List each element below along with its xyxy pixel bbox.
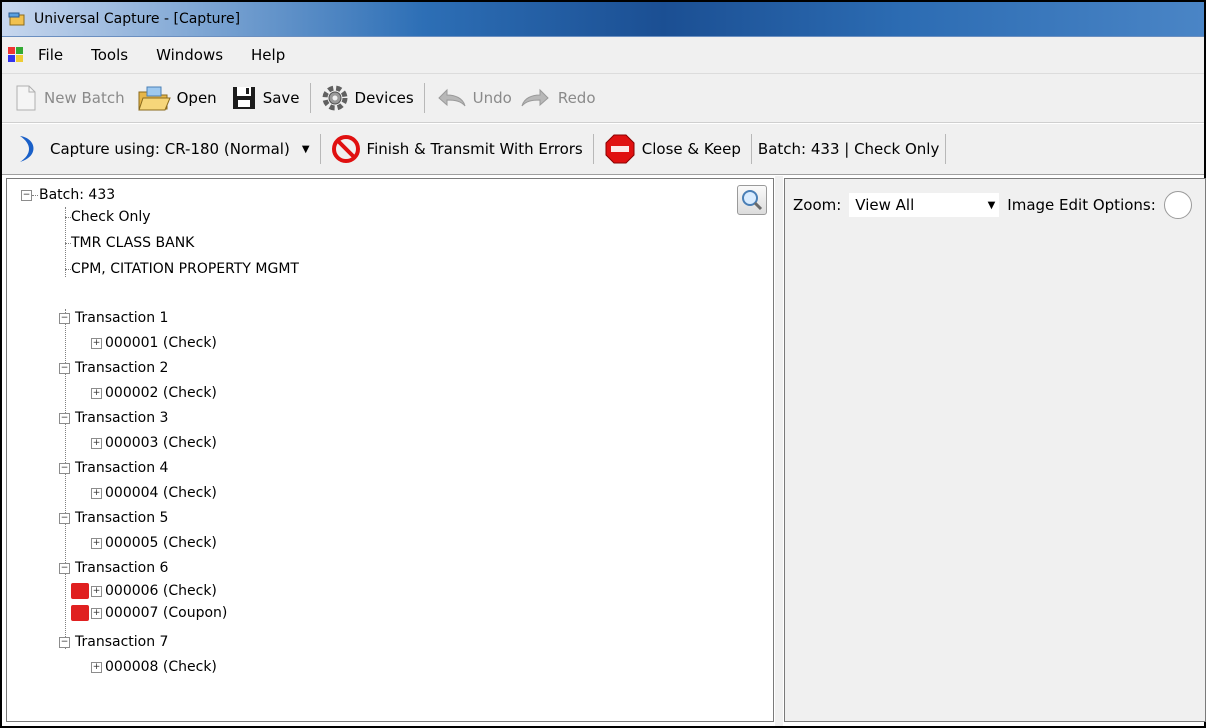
tree-node-item[interactable]: 000005 (Check) bbox=[105, 533, 217, 553]
image-viewer-panel: Zoom: View All ▼ Image Edit Options: bbox=[784, 178, 1206, 722]
new-batch-button[interactable]: New Batch bbox=[10, 78, 129, 118]
toolbar-separator bbox=[319, 134, 321, 164]
collapse-toggle[interactable]: − bbox=[59, 413, 70, 424]
collapse-toggle[interactable]: − bbox=[59, 513, 70, 524]
zoom-dropdown[interactable]: View All ▼ bbox=[849, 193, 1000, 217]
expand-toggle[interactable]: + bbox=[91, 488, 102, 499]
tree-node-doc-type[interactable]: Check Only bbox=[71, 207, 151, 227]
zoom-label: Zoom: bbox=[793, 196, 842, 214]
tree-node-item-error[interactable]: 000006 (Check) bbox=[105, 581, 217, 601]
gear-icon bbox=[322, 85, 348, 111]
capture-using-dropdown[interactable]: Capture using: CR-180 (Normal) ▼ bbox=[10, 129, 314, 169]
expand-toggle[interactable]: + bbox=[91, 538, 102, 549]
tree-node-batch[interactable]: Batch: 433 bbox=[39, 185, 115, 205]
tree-node-transaction[interactable]: Transaction 6 bbox=[75, 558, 168, 578]
error-flag-icon bbox=[71, 605, 89, 621]
close-keep-button[interactable]: Close & Keep bbox=[600, 129, 745, 169]
collapse-toggle[interactable]: − bbox=[59, 363, 70, 374]
tree-node-bank[interactable]: TMR CLASS BANK bbox=[71, 233, 194, 253]
collapse-toggle[interactable]: − bbox=[59, 313, 70, 324]
tree-node-item-error[interactable]: 000007 (Coupon) bbox=[105, 603, 227, 623]
collapse-toggle[interactable]: − bbox=[21, 190, 32, 201]
stop-sign-icon bbox=[605, 134, 635, 164]
toolbar-separator bbox=[592, 134, 594, 164]
undo-arrow-icon bbox=[437, 88, 466, 107]
expand-toggle[interactable]: + bbox=[91, 586, 102, 597]
app-menu-icon[interactable] bbox=[8, 47, 24, 63]
batch-tree-panel: − Batch: 433 Check Only TMR CLASS BANK C… bbox=[6, 178, 774, 722]
panes: − Batch: 433 Check Only TMR CLASS BANK C… bbox=[2, 176, 1206, 726]
tree-node-item[interactable]: 000001 (Check) bbox=[105, 333, 217, 353]
tree-node-transaction[interactable]: Transaction 1 bbox=[75, 308, 168, 328]
window-title: Universal Capture - [Capture] bbox=[34, 11, 241, 27]
viewer-toolbar: Zoom: View All ▼ Image Edit Options: bbox=[793, 191, 1192, 219]
pane-splitter[interactable] bbox=[775, 176, 783, 726]
tree-node-transaction[interactable]: Transaction 5 bbox=[75, 508, 168, 528]
expand-toggle[interactable]: + bbox=[91, 438, 102, 449]
tree-node-item[interactable]: 000002 (Check) bbox=[105, 383, 217, 403]
save-button[interactable]: Save bbox=[227, 78, 304, 118]
title-bar: Universal Capture - [Capture] bbox=[2, 2, 1204, 37]
menu-windows[interactable]: Windows bbox=[156, 44, 223, 66]
floppy-disk-icon bbox=[232, 87, 255, 109]
menu-file[interactable]: File bbox=[38, 44, 63, 66]
open-button[interactable]: Open bbox=[133, 78, 221, 118]
expand-toggle[interactable]: + bbox=[91, 608, 102, 619]
chevron-down-icon: ▼ bbox=[301, 143, 310, 155]
chevron-down-icon: ▼ bbox=[987, 199, 996, 211]
batch-tree: − Batch: 433 Check Only TMR CLASS BANK C… bbox=[7, 179, 773, 721]
menu-bar: File Tools Windows Help bbox=[2, 37, 1204, 74]
image-edit-option-button[interactable] bbox=[1163, 191, 1192, 219]
app-window: Universal Capture - [Capture] File Tools… bbox=[0, 0, 1206, 728]
image-edit-label: Image Edit Options: bbox=[1007, 196, 1156, 214]
tree-node-item[interactable]: 000003 (Check) bbox=[105, 433, 217, 453]
menu-help[interactable]: Help bbox=[251, 44, 285, 66]
prohibited-icon bbox=[331, 135, 360, 163]
tree-node-transaction[interactable]: Transaction 4 bbox=[75, 458, 168, 478]
redo-arrow-icon bbox=[521, 88, 549, 107]
tree-node-transaction[interactable]: Transaction 2 bbox=[75, 358, 168, 378]
collapse-toggle[interactable]: − bbox=[59, 463, 70, 474]
error-flag-icon bbox=[71, 583, 89, 599]
expand-toggle[interactable]: + bbox=[91, 388, 102, 399]
tree-node-transaction[interactable]: Transaction 3 bbox=[75, 408, 168, 428]
menu-tools[interactable]: Tools bbox=[91, 44, 128, 66]
zoom-value: View All bbox=[855, 196, 915, 214]
tree-node-item[interactable]: 000008 (Check) bbox=[105, 657, 217, 677]
finish-transmit-button[interactable]: Finish & Transmit With Errors bbox=[327, 129, 587, 169]
app-icon bbox=[8, 12, 25, 26]
capture-toolbar: Capture using: CR-180 (Normal) ▼ Finish … bbox=[2, 124, 1204, 175]
collapse-toggle[interactable]: − bbox=[59, 563, 70, 574]
toolbar-separator bbox=[945, 134, 947, 164]
collapse-toggle[interactable]: − bbox=[59, 637, 70, 648]
batch-info-label: Batch: 433 | Check Only bbox=[757, 140, 940, 158]
tree-node-transaction[interactable]: Transaction 7 bbox=[75, 632, 168, 652]
tree-node-item[interactable]: 000004 (Check) bbox=[105, 483, 217, 503]
capture-swoosh-icon bbox=[20, 136, 34, 162]
toolbar-separator bbox=[309, 83, 311, 113]
folder-open-icon bbox=[137, 86, 171, 111]
magnifier-icon bbox=[742, 190, 763, 211]
undo-button[interactable]: Undo bbox=[431, 78, 516, 118]
search-button[interactable] bbox=[737, 185, 767, 215]
expand-toggle[interactable]: + bbox=[91, 662, 102, 673]
devices-button[interactable]: Devices bbox=[317, 78, 418, 118]
new-document-icon bbox=[16, 85, 36, 111]
tree-node-customer[interactable]: CPM, CITATION PROPERTY MGMT bbox=[71, 259, 299, 279]
expand-toggle[interactable]: + bbox=[91, 338, 102, 349]
toolbar-separator bbox=[750, 134, 752, 164]
main-toolbar: New Batch Open Save Devices Undo Redo bbox=[2, 74, 1204, 123]
redo-button[interactable]: Redo bbox=[516, 78, 600, 118]
toolbar-separator bbox=[423, 83, 425, 113]
